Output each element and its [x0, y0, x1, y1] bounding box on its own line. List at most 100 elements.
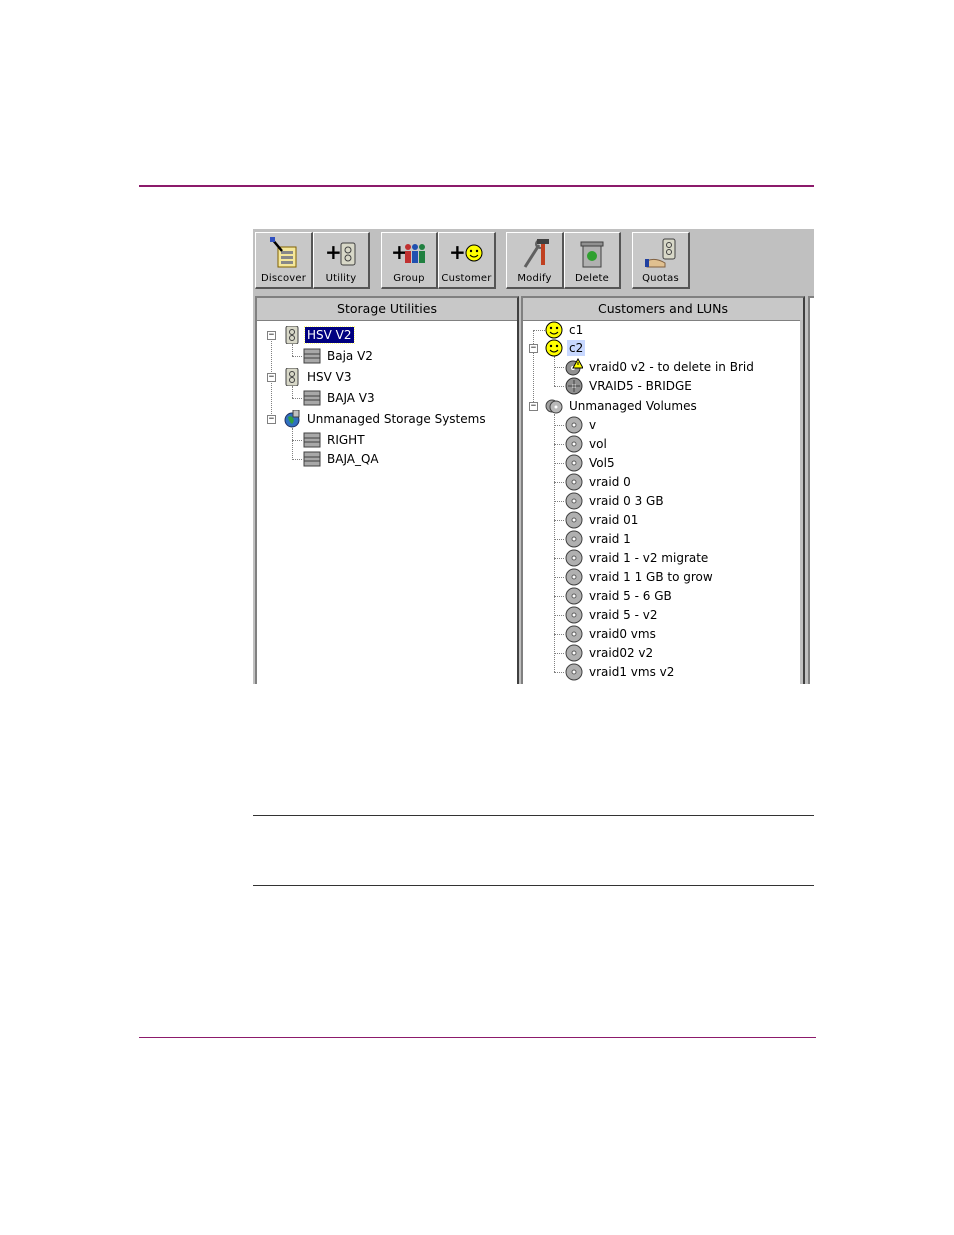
tree-node-label: RIGHT — [327, 433, 365, 447]
modify-icon — [523, 239, 549, 268]
tree-node-label: vraid0 vms — [589, 627, 656, 641]
tree-node-volume[interactable]: v — [565, 416, 598, 434]
note-rule-top — [253, 815, 814, 816]
customers-luns-pane[interactable]: Customers and LUNs − − c1 c2 vraid0 v2 -… — [521, 296, 805, 684]
tree-line — [554, 615, 564, 616]
svg-text:+: + — [449, 240, 466, 264]
delete-label: Delete — [574, 273, 610, 284]
quotas-icon — [644, 238, 675, 268]
tree-node-label: vraid 5 - 6 GB — [589, 589, 672, 603]
tree-node-label: vraid 01 — [589, 513, 639, 527]
tree-node-volume[interactable]: vraid 1 - v2 migrate — [565, 549, 710, 567]
tree-node-lun[interactable]: VRAID5 - BRIDGE — [565, 377, 694, 395]
utility-button[interactable]: + Utility — [313, 232, 370, 289]
tree-line — [554, 520, 564, 521]
volume-disc-icon — [565, 568, 583, 586]
tree-node-lun[interactable]: vraid0 v2 - to delete in Brid — [565, 358, 756, 376]
tree-node-label: BAJA V3 — [327, 391, 375, 405]
volume-disc-icon — [565, 587, 583, 605]
tree-node-label: Unmanaged Volumes — [569, 399, 697, 413]
header-rule — [139, 185, 814, 187]
tree-node-volume[interactable]: vraid 5 - v2 — [565, 606, 659, 624]
tree-node-c2[interactable]: c2 — [545, 339, 586, 357]
tree-node-hsv-v2[interactable]: HSV V2 — [283, 326, 355, 344]
tree-node-label: vraid 1 — [589, 532, 631, 546]
tree-line — [554, 425, 564, 426]
quotas-label: Quotas — [642, 273, 679, 284]
add-group-icon: + — [391, 240, 425, 264]
tree-node-volume[interactable]: vol — [565, 435, 609, 453]
tree-node-baja-qa[interactable]: BAJA_QA — [303, 450, 381, 468]
collapse-toggle[interactable]: − — [529, 344, 538, 353]
tree-node-hsv-v3[interactable]: HSV V3 — [283, 368, 354, 386]
add-customer-icon: + — [449, 240, 482, 264]
tree-line — [554, 596, 564, 597]
tree-node-label: vraid0 v2 - to delete in Brid — [589, 360, 754, 374]
lun-disc-icon — [565, 377, 583, 395]
storage-utility-icon — [285, 326, 299, 344]
tree-node-baja-v3[interactable]: BAJA V3 — [303, 389, 377, 407]
tree-node-unmanaged-volumes[interactable]: Unmanaged Volumes — [545, 397, 699, 415]
tree-node-volume[interactable]: vraid0 vms — [565, 625, 658, 643]
discover-label: Discover — [260, 273, 307, 284]
delete-button[interactable]: Delete — [564, 232, 621, 289]
modify-button[interactable]: Modify — [506, 232, 564, 289]
storage-utilities-pane[interactable]: Storage Utilities − − − HSV V2 Baja V2 H… — [255, 296, 519, 684]
tree-node-label: vraid 1 - v2 migrate — [589, 551, 709, 565]
tree-line — [292, 356, 302, 357]
volume-disc-icon — [565, 416, 583, 434]
tree-node-volume[interactable]: vraid 1 — [565, 530, 633, 548]
tree-node-label: vraid1 vms v2 — [589, 665, 675, 679]
note-rule-bottom — [253, 885, 814, 886]
tree-node-label: Baja V2 — [327, 349, 373, 363]
storage-system-icon — [303, 432, 321, 448]
tree-node-volume[interactable]: vraid02 v2 — [565, 644, 655, 662]
tree-line — [292, 428, 293, 460]
tree-node-label: vol — [589, 437, 607, 451]
tree-node-c1[interactable]: c1 — [545, 321, 585, 339]
customer-smiley-icon — [545, 339, 563, 357]
collapse-toggle[interactable]: − — [267, 415, 276, 424]
unmanaged-volumes-icon — [545, 399, 563, 414]
tree-line — [554, 463, 564, 464]
volume-disc-icon — [565, 549, 583, 567]
tree-node-label: vraid 1 1 GB to grow — [589, 570, 713, 584]
group-button[interactable]: + Group — [381, 232, 438, 289]
tree-node-right[interactable]: RIGHT — [303, 431, 367, 449]
pane-scrollbar[interactable] — [800, 320, 803, 684]
tree-node-volume[interactable]: vraid1 vms v2 — [565, 663, 676, 681]
tree-node-unmanaged-storage-systems[interactable]: Unmanaged Storage Systems — [283, 410, 488, 428]
tree-node-label: Vol5 — [589, 456, 615, 470]
tree-node-label: vraid 0 3 GB — [589, 494, 664, 508]
tree-line — [554, 356, 555, 386]
tree-line — [292, 344, 293, 356]
tree-node-volume[interactable]: vraid 5 - 6 GB — [565, 587, 674, 605]
discover-button[interactable]: Discover — [255, 232, 313, 289]
tree-line — [554, 367, 564, 368]
tree-line — [554, 501, 564, 502]
collapse-toggle[interactable]: − — [267, 373, 276, 382]
tree-node-label: HSV V2 — [304, 326, 355, 344]
storage-utilities-header[interactable]: Storage Utilities — [257, 298, 517, 321]
tree-line — [554, 444, 564, 445]
tree-node-volume[interactable]: vraid 1 1 GB to grow — [565, 568, 715, 586]
tree-node-volume[interactable]: Vol5 — [565, 454, 617, 472]
tree-line — [533, 330, 534, 406]
tree-node-volume[interactable]: vraid 01 — [565, 511, 640, 529]
volume-disc-icon — [565, 530, 583, 548]
storage-system-icon — [303, 348, 321, 364]
tree-node-label: vraid02 v2 — [589, 646, 654, 660]
group-label: Group — [393, 273, 425, 284]
tree-node-volume[interactable]: vraid 0 3 GB — [565, 492, 666, 510]
tree-line — [554, 653, 564, 654]
volume-disc-icon — [565, 663, 583, 681]
tree-node-volume[interactable]: vraid 0 — [565, 473, 633, 491]
tree-node-baja-v2[interactable]: Baja V2 — [303, 347, 375, 365]
collapse-toggle[interactable]: − — [267, 331, 276, 340]
quotas-button[interactable]: Quotas — [632, 232, 690, 289]
customers-luns-header[interactable]: Customers and LUNs — [523, 298, 803, 321]
discover-icon — [269, 237, 296, 268]
collapse-toggle[interactable]: − — [529, 402, 538, 411]
customer-button[interactable]: + Customer — [438, 232, 496, 289]
volume-disc-icon — [565, 454, 583, 472]
